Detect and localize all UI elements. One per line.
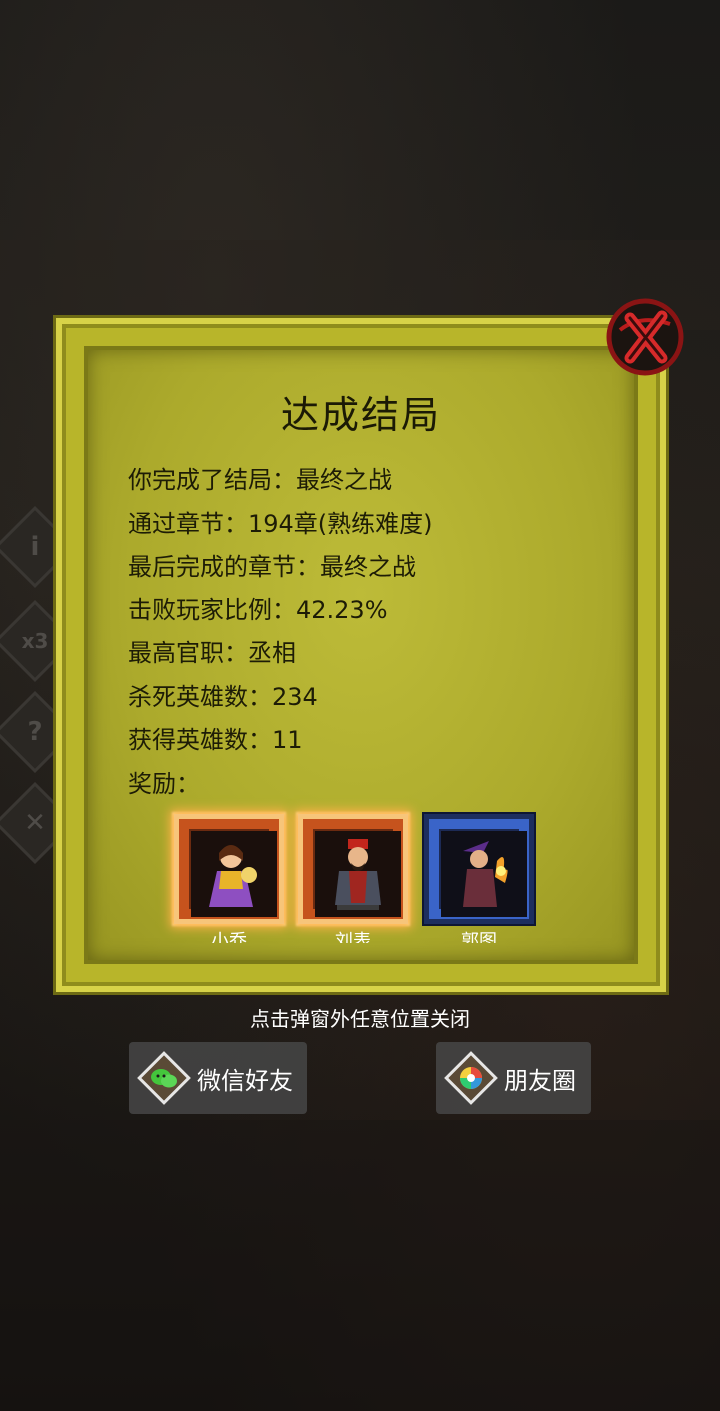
chapters-line: 通过章节：194章(熟练难度) <box>128 510 433 538</box>
reward-card-liubiao[interactable] <box>298 814 408 924</box>
reward-name-xiaoqiao: 小乔 <box>211 931 247 943</box>
defeat-ratio-line: 击败玩家比例：42.23% <box>128 596 388 624</box>
reward-card-xiaoqiao[interactable] <box>174 814 284 924</box>
share-moments-label: 朋友圈 <box>504 1066 576 1095</box>
share-moments-button[interactable]: 朋友圈 <box>436 1042 591 1114</box>
highest-rank-line: 最高官职：丞相 <box>128 639 296 667</box>
close-hint: 点击弹窗外任意位置关闭 <box>250 1007 470 1031</box>
hero-xiaoqiao-icon <box>191 831 277 917</box>
background-ground <box>0 1120 720 1411</box>
hero-portrait <box>189 829 277 917</box>
moments-icon <box>444 1051 498 1105</box>
wechat-icon <box>137 1051 191 1105</box>
share-wechat-label: 微信好友 <box>197 1066 293 1095</box>
last-chapter-line: 最后完成的章节：最终之战 <box>128 553 416 581</box>
hero-portrait <box>313 829 401 917</box>
close-button[interactable] <box>600 294 690 380</box>
dialog-title: 达成结局 <box>280 393 441 437</box>
game-screen[interactable]: i x3 ? ✕ 达成结局 你完成了结局：最终之战 通过章节：194章(熟练难度… <box>0 0 720 1411</box>
reward-label: 奖励： <box>128 770 200 798</box>
hero-portrait <box>439 829 527 917</box>
reward-name-liubiao: 刘表 <box>335 931 371 943</box>
close-icon <box>606 298 684 376</box>
reward-card-guotu[interactable] <box>424 814 534 924</box>
reward-name-guotu: 郭图 <box>461 931 497 943</box>
share-wechat-button[interactable]: 微信好友 <box>129 1042 307 1114</box>
ending-line: 你完成了结局：最终之战 <box>128 466 392 494</box>
heroes-obtained-line: 获得英雄数：11 <box>128 726 303 754</box>
hero-liubiao-icon <box>315 831 401 917</box>
ending-dialog: 达成结局 你完成了结局：最终之战 通过章节：194章(熟练难度) 最后完成的章节… <box>56 318 666 992</box>
heroes-killed-line: 杀死英雄数：234 <box>128 683 318 711</box>
hero-guotu-icon <box>441 831 527 917</box>
